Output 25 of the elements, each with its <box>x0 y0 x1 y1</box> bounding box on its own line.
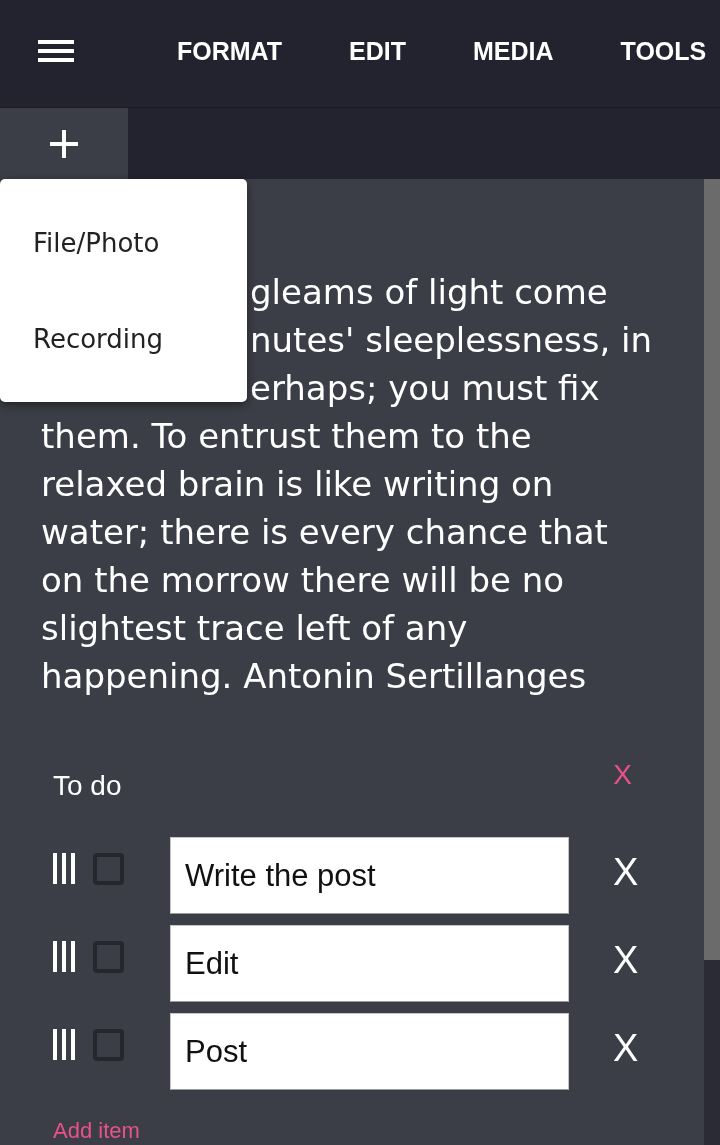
menu-bar-item[interactable]: MEDIA <box>473 35 554 66</box>
menu-item[interactable]: File/Photo <box>0 195 247 291</box>
scrollbar-thumb[interactable] <box>704 179 720 960</box>
menu-bar-item[interactable]: TOOLS <box>620 35 707 66</box>
checkbox[interactable] <box>93 1029 124 1061</box>
input-field[interactable]: Post <box>170 1013 569 1090</box>
menu-icon[interactable] <box>38 39 74 62</box>
menu-item[interactable]: Recording <box>0 291 247 387</box>
delete-button[interactable]: X <box>613 938 639 982</box>
input-field[interactable]: Edit <box>170 925 569 1002</box>
add-button[interactable] <box>0 108 128 179</box>
plus-icon <box>50 129 78 158</box>
delete-button[interactable]: X <box>613 850 639 894</box>
checkbox[interactable] <box>93 941 124 973</box>
input-field[interactable]: Write the post <box>170 837 569 914</box>
menu-bar-item[interactable]: EDIT <box>349 35 407 66</box>
delete-button[interactable]: X <box>613 1026 639 1070</box>
drag-handle-icon[interactable] <box>53 941 75 972</box>
drag-handle-icon[interactable] <box>53 1029 75 1060</box>
checkbox[interactable] <box>93 853 124 885</box>
menu-bar-item[interactable]: FORMAT <box>177 35 283 66</box>
note-text: gleams of light come nutes' sleeplessness, in erhaps; you must fix <box>250 271 653 410</box>
note-text: them. To entrust them to the relaxed brain is like writing on water; there is every chance that on the morrow there will be no slightest trace left of any happening. Antonin Sertillanges <box>41 415 608 698</box>
todo-title: To do <box>53 769 122 803</box>
drag-handle-icon[interactable] <box>53 853 75 884</box>
